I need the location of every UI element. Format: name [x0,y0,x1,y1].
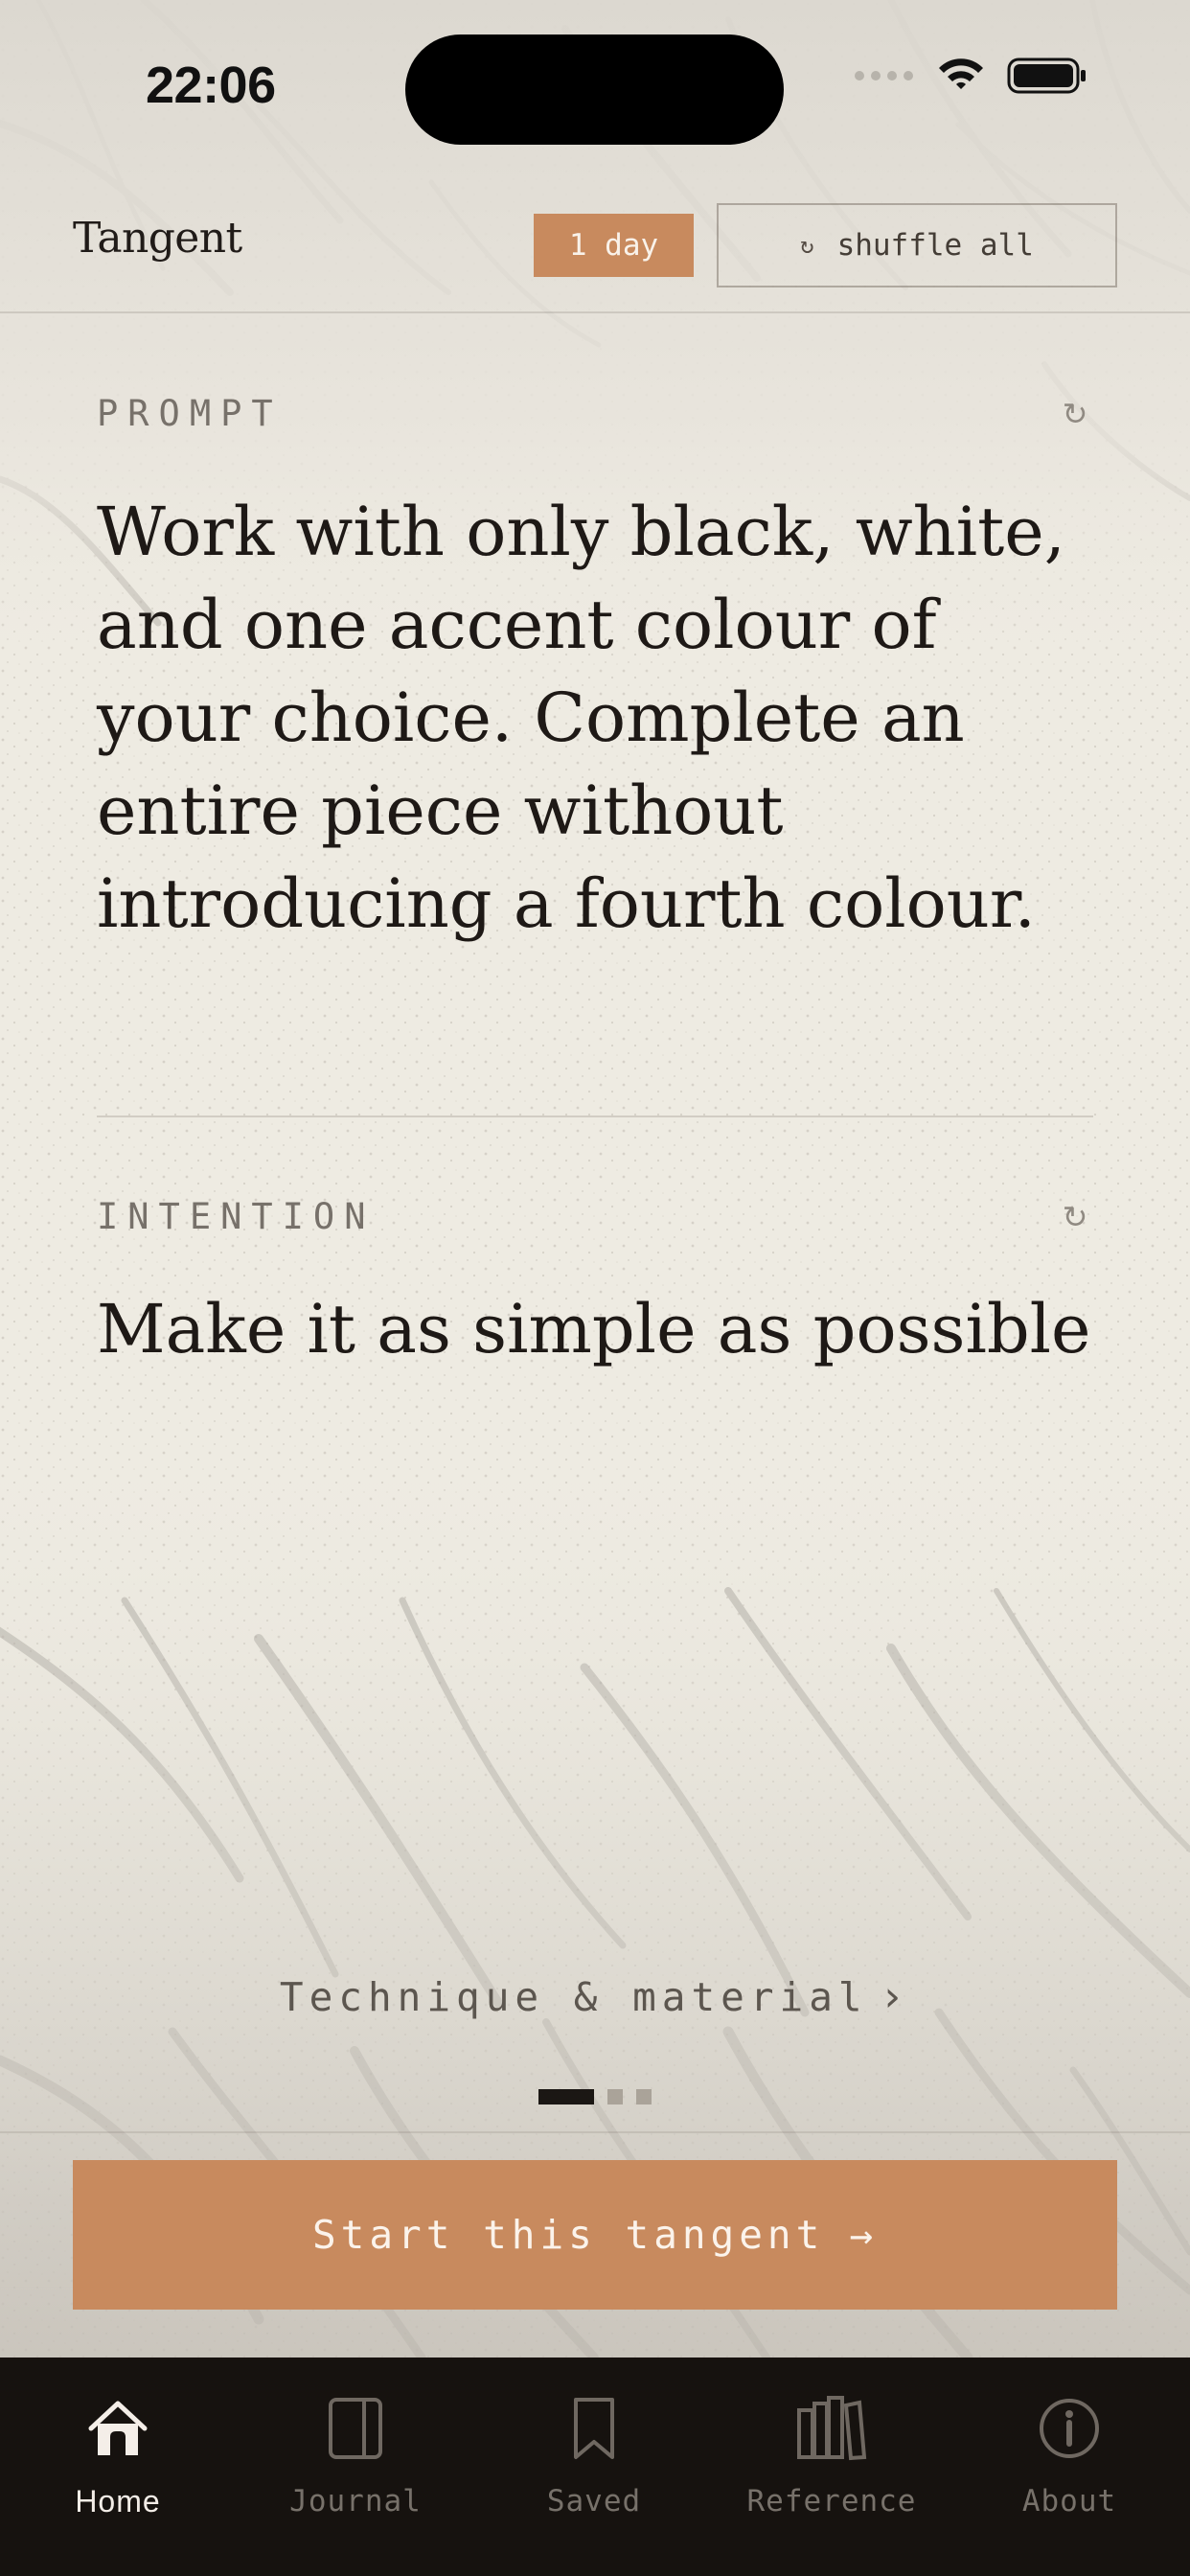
tab-reference[interactable]: Reference [736,2392,927,2518]
prompt-section: PROMPT ↻ Work with only black, white, an… [97,393,1093,951]
shuffle-label: shuffle all [836,228,1034,263]
journal-icon [260,2392,451,2465]
app-header: Tangent 1 day ↻ shuffle all [0,177,1190,313]
cta-divider [0,2131,1190,2133]
tab-home[interactable]: Home [22,2392,214,2519]
page-indicator[interactable] [0,2089,1190,2104]
info-icon [973,2392,1165,2465]
tab-about[interactable]: About [973,2392,1165,2518]
prompt-label: PROMPT [97,393,283,434]
dynamic-island [405,34,784,145]
start-tangent-button[interactable]: Start this tangent → [73,2160,1117,2310]
status-bar: 22:06 [0,0,1190,177]
technique-label: Technique & material [279,1974,868,2020]
cell-signal-icon [855,57,915,95]
shuffle-icon: ↻ [800,232,814,259]
intention-text: Make it as simple as possible [97,1290,1091,1368]
tab-bar: Home Journal Saved Reference About [0,2358,1190,2576]
home-icon [22,2392,214,2465]
wifi-icon [939,58,983,89]
refresh-icon: ↻ [1062,396,1088,431]
reference-icon [736,2392,927,2465]
intention-section: INTENTION ↻ Make it as simple as possibl… [97,1196,1093,1376]
main-content: PROMPT ↻ Work with only black, white, an… [0,177,1190,2094]
technique-material-link[interactable]: Technique & material › [0,1972,1190,2021]
prompt-refresh-button[interactable]: ↻ [1057,396,1093,432]
intention-refresh-button[interactable]: ↻ [1057,1199,1093,1235]
prompt-text: Work with only black, white, and one acc… [97,493,1065,943]
shuffle-all-button[interactable]: ↻ shuffle all [717,203,1117,288]
battery-icon [1007,58,1086,94]
tab-journal[interactable]: Journal [260,2392,451,2518]
start-label: Start this tangent [311,2212,825,2258]
tab-journal-label: Journal [289,2484,422,2518]
intention-header: INTENTION ↻ [97,1196,1093,1237]
status-time: 22:06 [146,57,276,114]
section-divider [97,1116,1093,1117]
day-streak-badge[interactable]: 1 day [534,214,694,277]
tab-home-label: Home [75,2484,161,2518]
tab-reference-label: Reference [746,2484,917,2518]
tab-saved-label: Saved [546,2484,642,2518]
page-indicator-dot[interactable] [636,2089,652,2104]
intention-label: INTENTION [97,1196,376,1237]
refresh-icon: ↻ [1062,1199,1088,1234]
page-indicator-dot[interactable] [607,2089,623,2104]
page-indicator-dot-active[interactable] [538,2089,594,2104]
arrow-right-icon: → [849,2212,878,2258]
app-title: Tangent [73,214,242,263]
bookmark-icon [498,2392,690,2465]
tab-saved[interactable]: Saved [498,2392,690,2518]
status-icons [855,56,1089,96]
chevron-right-icon: › [879,1972,911,2021]
prompt-header: PROMPT ↻ [97,393,1093,434]
tab-about-label: About [1021,2484,1117,2518]
